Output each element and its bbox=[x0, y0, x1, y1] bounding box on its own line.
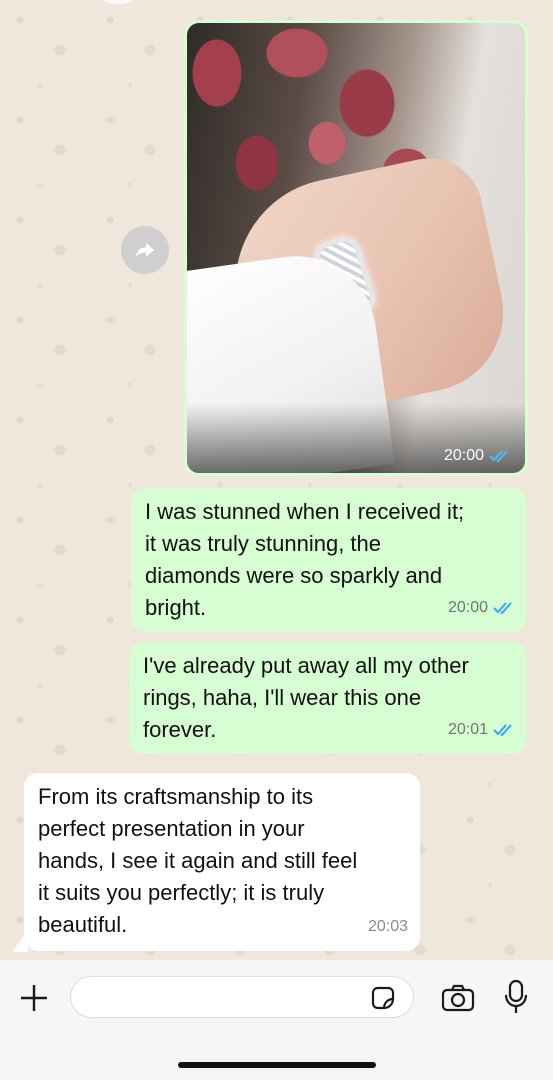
message-input[interactable] bbox=[70, 976, 414, 1018]
ring-photo[interactable]: 20:00 bbox=[187, 23, 525, 473]
microphone-button[interactable] bbox=[502, 978, 530, 1016]
read-receipt-icon bbox=[493, 724, 512, 737]
message-time: 20:03 bbox=[367, 918, 408, 935]
sticker-button[interactable] bbox=[368, 984, 398, 1012]
sticker-icon bbox=[371, 986, 395, 1010]
forward-icon bbox=[136, 243, 154, 257]
camera-icon bbox=[441, 984, 475, 1012]
forward-button[interactable] bbox=[121, 226, 169, 274]
message-time: 20:01 bbox=[447, 721, 488, 738]
microphone-icon bbox=[504, 979, 528, 1013]
photo-time-label: 20:00 bbox=[443, 447, 484, 464]
message-text: From its craftsmanship to its perfect pr… bbox=[38, 784, 358, 937]
attach-button[interactable] bbox=[16, 980, 52, 1016]
outgoing-message-1[interactable]: I was stunned when I received it; it was… bbox=[131, 488, 527, 632]
outgoing-message-2[interactable]: I've already put away all my other rings… bbox=[129, 642, 527, 754]
read-receipt-icon bbox=[493, 602, 512, 615]
message-meta: 20:01 bbox=[448, 714, 515, 746]
photo-message[interactable]: 20:00 bbox=[184, 20, 528, 476]
photo-timestamp: 20:00 bbox=[444, 447, 511, 465]
incoming-message-1[interactable]: From its craftsmanship to its perfect pr… bbox=[24, 773, 420, 951]
message-meta: 20:00 bbox=[448, 592, 515, 624]
message-meta: 20:03 bbox=[368, 911, 408, 943]
home-indicator bbox=[178, 1062, 376, 1068]
plus-icon bbox=[21, 985, 47, 1011]
read-receipt-icon bbox=[489, 450, 508, 463]
message-time: 20:00 bbox=[447, 599, 488, 616]
camera-button[interactable] bbox=[440, 982, 476, 1014]
